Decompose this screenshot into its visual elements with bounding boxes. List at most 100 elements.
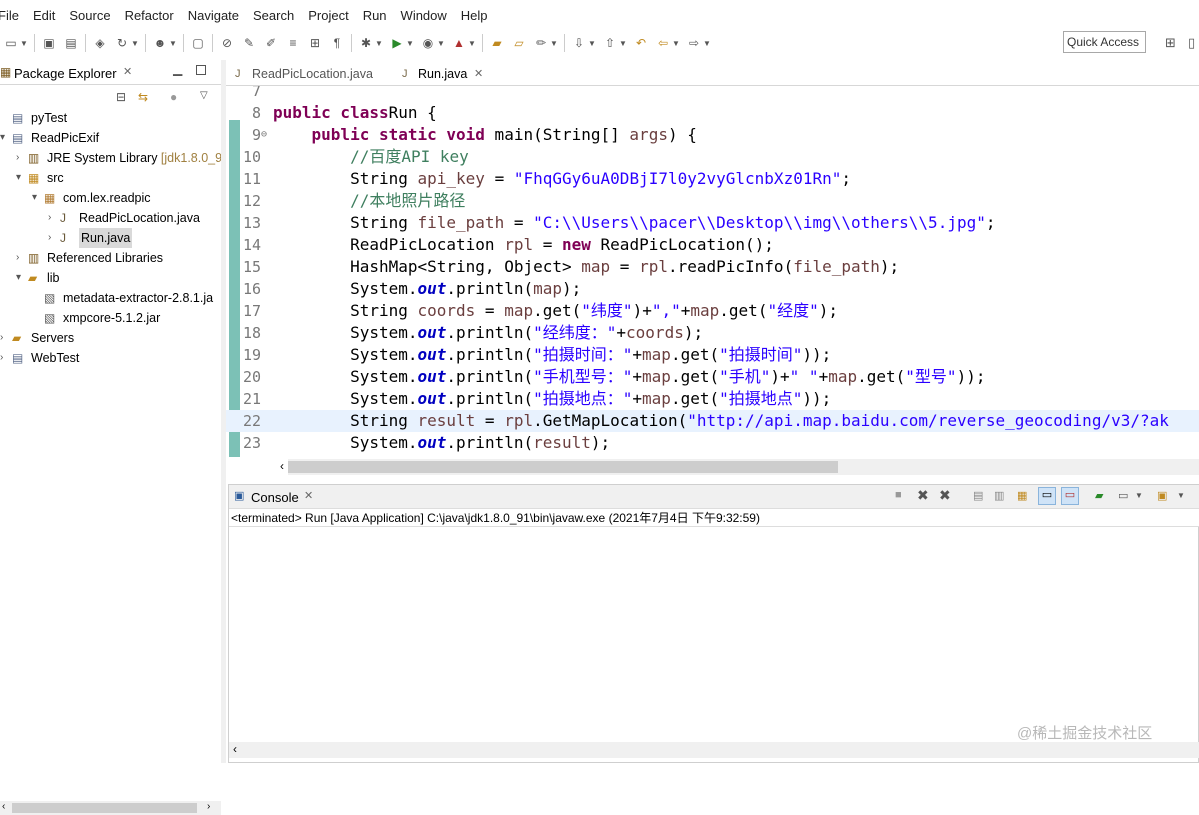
java-perspective-icon[interactable]: ▯ — [1188, 35, 1195, 51]
build-icon[interactable]: ◈ — [92, 35, 108, 51]
menu-navigate[interactable]: Navigate — [181, 8, 246, 23]
scroll-left-icon[interactable]: ‹ — [233, 742, 237, 756]
back-icon[interactable]: ⇦ — [655, 35, 671, 51]
code-line[interactable]: 16 System.out.println(map); — [226, 278, 1199, 300]
display-console-icon[interactable]: ▭ — [1118, 489, 1128, 502]
expand-arrow-icon[interactable]: ▾ — [16, 268, 21, 288]
code-line[interactable]: 15 HashMap<String, Object> map = rpl.rea… — [226, 256, 1199, 278]
chevron-down-icon[interactable]: ▼ — [468, 35, 476, 51]
focus-icon[interactable]: ● — [170, 90, 177, 104]
expand-arrow-icon[interactable]: ▾ — [32, 188, 37, 208]
menu-search[interactable]: Search — [246, 8, 301, 23]
menu-help[interactable]: Help — [454, 8, 495, 23]
tree-item[interactable]: › ▥ JRE System Library [jdk1.8.0_9 — [0, 148, 221, 168]
code-line[interactable]: 7 — [226, 86, 1199, 102]
view-menu-icon[interactable]: ▽ — [200, 90, 208, 101]
chevron-down-icon[interactable]: ▼ — [20, 35, 28, 51]
tree-item[interactable]: ▾ ▦ com.lex.readpic — [0, 188, 221, 208]
expand-arrow-icon[interactable]: ▾ — [0, 128, 5, 148]
toggle-mark-icon[interactable]: ✎ — [241, 35, 257, 51]
forward-icon[interactable]: ⇨ — [686, 35, 702, 51]
remove-launch-icon[interactable]: ✖ — [917, 487, 929, 504]
collapse-all-icon[interactable]: ⊟ — [116, 90, 126, 104]
terminate-icon[interactable]: ■ — [895, 489, 902, 501]
last-edit-icon[interactable]: ↶ — [633, 35, 649, 51]
tree-item[interactable]: › ▤ WebTest — [0, 348, 221, 368]
menu-refactor[interactable]: Refactor — [118, 8, 181, 23]
menu-edit[interactable]: Edit — [26, 8, 62, 23]
chevron-down-icon[interactable]: ▼ — [375, 35, 383, 51]
open-perspective-icon[interactable]: ⊞ — [1165, 35, 1176, 51]
scrollbar-thumb[interactable] — [12, 803, 197, 813]
collapse-arrow-icon[interactable]: › — [0, 328, 3, 348]
block-select-icon[interactable]: ⊞ — [307, 35, 323, 51]
code-line[interactable]: 13 String file_path = "C:\\Users\\pacer\… — [226, 212, 1199, 234]
profile-icon[interactable]: ☻ — [152, 35, 168, 51]
chevron-down-icon[interactable]: ▼ — [1177, 491, 1185, 500]
console-output[interactable] — [229, 527, 1199, 742]
menu-source[interactable]: Source — [62, 8, 117, 23]
word-wrap-icon[interactable]: ▦ — [1017, 489, 1027, 502]
code-line[interactable]: 8 public classRun { — [226, 102, 1199, 124]
expand-arrow-icon[interactable]: ▾ — [16, 168, 21, 188]
chevron-down-icon[interactable]: ▼ — [672, 35, 680, 51]
show-on-output-icon[interactable]: ▭ — [1038, 487, 1056, 505]
tree-item[interactable]: › J ReadPicLocation.java — [0, 208, 221, 228]
minimize-icon[interactable]: ▁ — [173, 62, 182, 76]
code-line[interactable]: 20 System.out.println("手机型号："+map.get("手… — [226, 366, 1199, 388]
scroll-lock-icon[interactable]: ▥ — [994, 489, 1004, 502]
terminal-icon[interactable]: ▢ — [190, 35, 206, 51]
console-title[interactable]: Console — [251, 490, 299, 505]
code-line[interactable]: 23 System.out.println(result); — [226, 432, 1199, 454]
chevron-down-icon[interactable]: ▼ — [1135, 491, 1143, 500]
scroll-left-icon[interactable]: ‹ — [2, 801, 5, 812]
chevron-down-icon[interactable]: ▼ — [437, 35, 445, 51]
annotation-icon[interactable]: ✐ — [263, 35, 279, 51]
scroll-right-icon[interactable]: › — [207, 801, 210, 812]
code-line[interactable]: 19 System.out.println("拍摄时间："+map.get("拍… — [226, 344, 1199, 366]
package-explorer-tab[interactable]: ▦ Package Explorer ✕ ▁ — [0, 60, 221, 85]
save-icon[interactable]: ▣ — [41, 35, 57, 51]
code-line[interactable]: 17 String coords = map.get("纬度")+","+map… — [226, 300, 1199, 322]
menu-window[interactable]: Window — [394, 8, 454, 23]
prev-annotation-icon[interactable]: ⇧ — [602, 35, 618, 51]
chevron-down-icon[interactable]: ▼ — [406, 35, 414, 51]
open-console-icon[interactable]: ▣ — [1157, 489, 1167, 502]
format-icon[interactable]: ≡ — [285, 35, 301, 51]
save-all-icon[interactable]: ▤ — [63, 35, 79, 51]
close-icon[interactable]: ✕ — [304, 489, 313, 502]
chevron-down-icon[interactable]: ▼ — [550, 35, 558, 51]
tree-item[interactable]: › ▰ Servers — [0, 328, 221, 348]
tree-item[interactable]: ▧ metadata-extractor-2.8.1.ja — [0, 288, 221, 308]
fold-icon[interactable]: ⊖ — [261, 124, 267, 146]
quick-access-field[interactable]: Quick Access — [1063, 31, 1146, 53]
menu-run[interactable]: Run — [356, 8, 394, 23]
link-editor-icon[interactable]: ⇆ — [138, 90, 148, 104]
tree-item[interactable]: › ▥ Referenced Libraries — [0, 248, 221, 268]
collapse-arrow-icon[interactable]: › — [0, 348, 3, 368]
pin-console-icon[interactable]: ▰ — [1095, 489, 1103, 502]
tab-readpiclocation[interactable]: J ReadPicLocation.java — [230, 62, 390, 86]
new-package-icon[interactable]: ▰ — [489, 35, 505, 51]
editor-horizontal-scrollbar[interactable]: ‹ — [280, 459, 1199, 475]
code-line[interactable]: 18 System.out.println("经纬度："+coords); — [226, 322, 1199, 344]
external-tools-icon[interactable]: ▲ — [451, 35, 467, 51]
close-icon[interactable]: ✕ — [123, 65, 132, 78]
remove-all-icon[interactable]: ✖ — [939, 487, 951, 504]
chevron-down-icon[interactable]: ▼ — [619, 35, 627, 51]
code-line[interactable]: 11 String api_key = "FhqGGy6uA0DBjI7l0y2… — [226, 168, 1199, 190]
code-line[interactable]: 24 } — [226, 454, 1199, 458]
clear-console-icon[interactable]: ▤ — [973, 489, 983, 502]
collapse-arrow-icon[interactable]: › — [16, 148, 19, 168]
tree-item[interactable]: › J Run.java — [0, 228, 221, 248]
code-line[interactable]: 14 ReadPicLocation rpl = new ReadPicLoca… — [226, 234, 1199, 256]
collapse-arrow-icon[interactable]: › — [48, 228, 51, 248]
code-line[interactable]: 21 System.out.println("拍摄地点："+map.get("拍… — [226, 388, 1199, 410]
open-folder-icon[interactable]: ▱ — [511, 35, 527, 51]
console-horizontal-scrollbar[interactable]: ‹ — [229, 742, 1199, 758]
tab-run[interactable]: J Run.java ✕ — [396, 62, 496, 86]
new-icon[interactable]: ▭ — [3, 35, 19, 51]
code-line[interactable]: 22 String result = rpl.GetMapLocation("h… — [226, 410, 1199, 432]
tree-item[interactable]: ▤ pyTest — [0, 108, 221, 128]
chevron-down-icon[interactable]: ▼ — [703, 35, 711, 51]
